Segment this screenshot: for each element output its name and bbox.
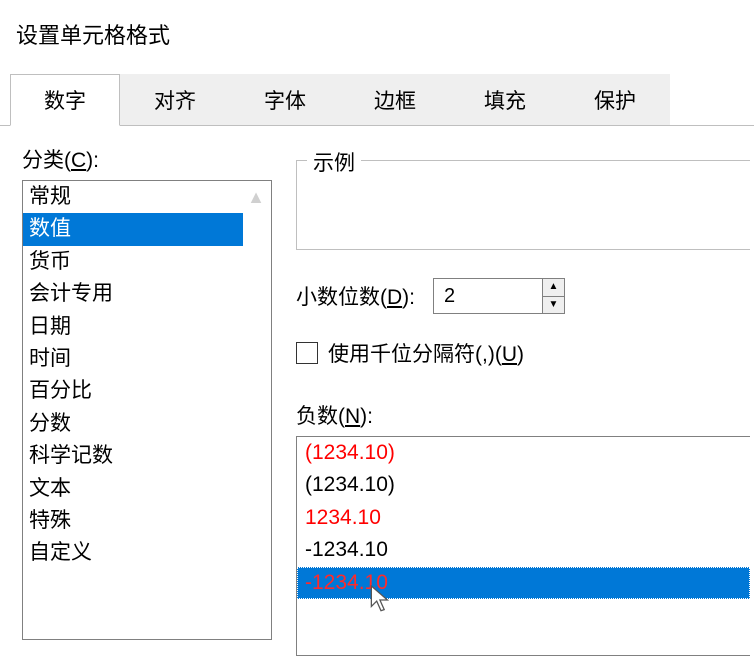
negative-format-item[interactable]: -1234.10 — [297, 534, 750, 566]
dialog-body: 分类(C): ▲ 常规数值货币会计专用日期时间百分比分数科学记数文本特殊自定义 … — [0, 126, 754, 656]
decimal-places-input[interactable] — [433, 278, 543, 314]
category-item[interactable]: 常规 — [23, 181, 243, 213]
spinner-down-icon[interactable]: ▼ — [543, 296, 564, 314]
tab-对齐[interactable]: 对齐 — [120, 74, 230, 125]
category-item[interactable]: 科学记数 — [23, 440, 243, 472]
tab-保护[interactable]: 保护 — [560, 74, 670, 125]
example-group: 示例 — [296, 160, 750, 250]
category-item[interactable]: 特殊 — [23, 505, 243, 537]
dialog-title: 设置单元格格式 — [0, 0, 754, 50]
tab-填充[interactable]: 填充 — [450, 74, 560, 125]
category-item[interactable]: 数值 — [23, 213, 243, 245]
category-item[interactable]: 时间 — [23, 343, 243, 375]
tab-bar: 数字对齐字体边框填充保护 — [0, 80, 754, 126]
category-item[interactable]: 货币 — [23, 246, 243, 278]
category-item[interactable]: 会计专用 — [23, 278, 243, 310]
negative-format-item[interactable]: (1234.10) — [297, 469, 750, 501]
scroll-indicator-icon: ▲ — [247, 187, 265, 208]
category-label: 分类(C): — [22, 144, 272, 174]
format-cells-dialog: 设置单元格格式 数字对齐字体边框填充保护 分类(C): ▲ 常规数值货币会计专用… — [0, 0, 754, 655]
tab-字体[interactable]: 字体 — [230, 74, 340, 125]
thousands-separator-label: 使用千位分隔符(,)(U) — [328, 338, 524, 368]
thousands-separator-checkbox[interactable] — [296, 342, 318, 364]
category-item[interactable]: 百分比 — [23, 375, 243, 407]
decimal-places-spinner: ▲ ▼ — [433, 278, 565, 314]
negative-numbers-list[interactable]: (1234.10)(1234.10)1234.10-1234.10-1234.1… — [296, 436, 750, 656]
tab-数字[interactable]: 数字 — [10, 74, 120, 126]
category-column: 分类(C): ▲ 常规数值货币会计专用日期时间百分比分数科学记数文本特殊自定义 — [22, 144, 272, 656]
negative-numbers-label: 负数(N): — [296, 400, 750, 430]
spinner-buttons: ▲ ▼ — [543, 278, 565, 314]
example-label: 示例 — [307, 147, 361, 177]
decimal-places-row: 小数位数(D): ▲ ▼ — [296, 278, 750, 314]
decimal-places-label: 小数位数(D): — [296, 281, 415, 311]
category-list[interactable]: ▲ 常规数值货币会计专用日期时间百分比分数科学记数文本特殊自定义 — [22, 180, 272, 640]
thousands-separator-row: 使用千位分隔符(,)(U) — [296, 338, 750, 368]
spinner-up-icon[interactable]: ▲ — [543, 279, 564, 296]
negative-format-item[interactable]: (1234.10) — [297, 437, 750, 469]
tab-边框[interactable]: 边框 — [340, 74, 450, 125]
negative-format-item[interactable]: -1234.10 — [297, 567, 750, 599]
category-item[interactable]: 分数 — [23, 408, 243, 440]
negative-format-item[interactable]: 1234.10 — [297, 502, 750, 534]
category-item[interactable]: 自定义 — [23, 537, 243, 569]
category-item[interactable]: 文本 — [23, 473, 243, 505]
settings-column: 示例 小数位数(D): ▲ ▼ 使用千位分隔符(,)(U) — [272, 144, 750, 656]
category-item[interactable]: 日期 — [23, 311, 243, 343]
